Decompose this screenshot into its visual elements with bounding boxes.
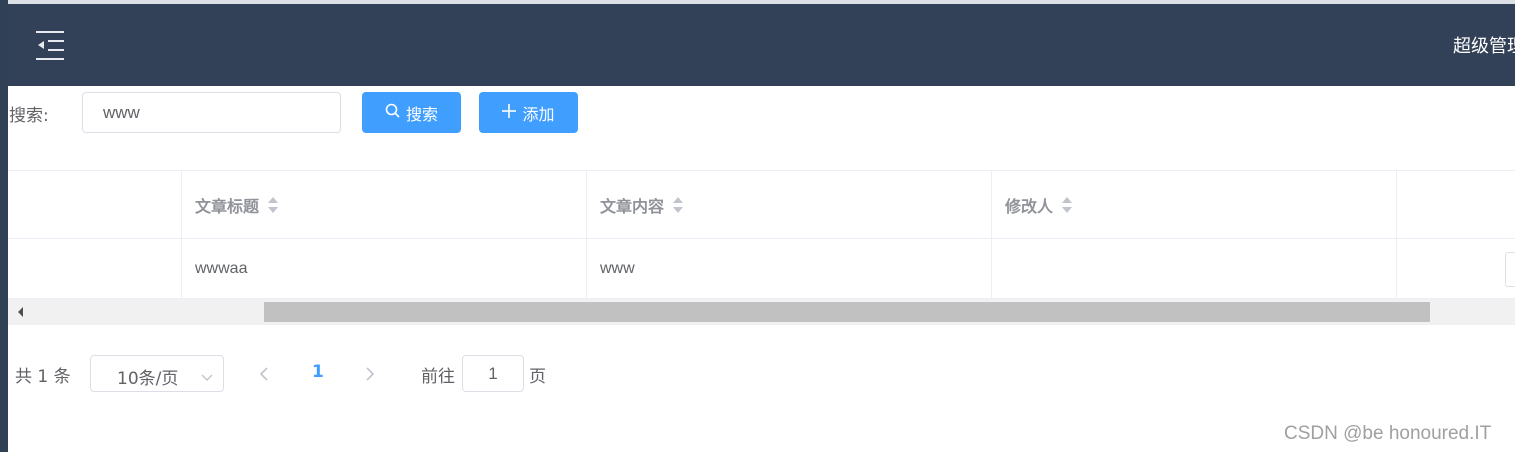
cell-content: www [600,259,635,277]
goto-suffix: 页 [529,367,546,387]
page-size-value: 10条/页 [117,369,179,389]
sort-caret-icon[interactable] [1061,196,1073,214]
search-button-label: 搜索 [405,104,438,124]
sort-caret-icon[interactable] [672,196,684,214]
goto-label: 前往 [421,367,455,387]
page-number-current[interactable]: 1 [312,362,324,382]
scrollbar-thumb[interactable] [264,302,1430,322]
search-input[interactable] [82,92,341,133]
page-size-select[interactable]: 10条/页 [90,355,224,392]
prev-page-chevron-left-icon[interactable] [258,366,270,385]
watermark: CSDN @be honoured.IT [1284,423,1492,444]
sort-caret-icon[interactable] [267,196,279,214]
column-divider [181,170,182,299]
user-menu-label[interactable]: 超级管理 [1453,32,1515,58]
column-divider [586,170,587,299]
column-divider [1396,170,1397,299]
search-button[interactable]: 搜索 [362,92,461,133]
pagination-total: 共 1 条 [15,367,71,387]
add-button[interactable]: 添加 [479,92,578,133]
column-divider [991,170,992,299]
column-header-modifier[interactable]: 修改人 [1005,171,1073,239]
hamburger-fold-icon[interactable] [36,31,64,61]
column-header-content[interactable]: 文章内容 [600,171,684,239]
next-page-chevron-right-icon[interactable] [364,366,376,385]
search-icon [385,103,400,122]
table-header: 文章标题 文章内容 修改人 [8,170,1515,239]
plus-icon [502,103,517,122]
sidebar-edge [0,0,8,452]
search-label: 搜索: [9,106,49,126]
row-action-button-edge[interactable] [1505,252,1515,287]
table-row: wwwaa www [8,239,1515,299]
add-button-label: 添加 [522,104,555,124]
goto-page-input[interactable] [462,355,524,392]
cell-title: wwwaa [195,259,248,277]
chevron-down-icon [201,368,213,387]
column-header-title[interactable]: 文章标题 [195,171,279,239]
horizontal-scrollbar[interactable] [8,299,1515,325]
navbar: 超级管理 [8,4,1515,86]
scroll-left-arrow-icon[interactable] [8,299,34,325]
